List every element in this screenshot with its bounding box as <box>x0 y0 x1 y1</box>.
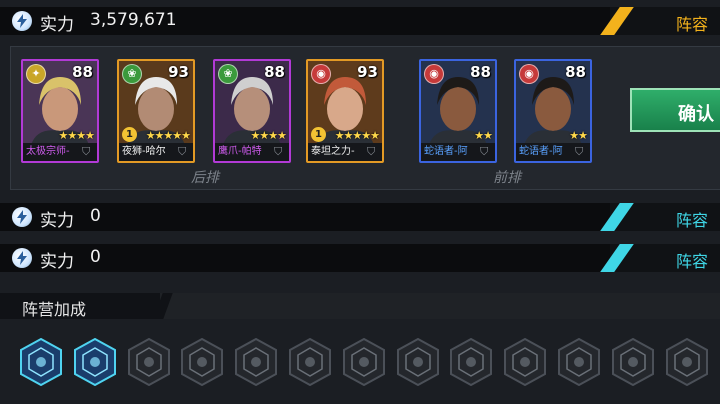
hero-card[interactable]: ✦ 88 ★★★★ 太极宗师- ⛉ <box>21 59 99 163</box>
hero-level: 88 <box>565 63 586 81</box>
hero-card[interactable]: ◉ 88 ★★ 蛇语者-阿 ⛉ <box>419 59 497 163</box>
lineup-tab-label: 阵容 <box>676 15 709 34</box>
hero-level: 88 <box>264 63 285 81</box>
lineup-tab-1[interactable]: 阵容 <box>600 7 720 35</box>
hero-level: 93 <box>168 63 189 81</box>
faction-title-box: 阵营加成 <box>0 293 173 319</box>
fist-faction-icon[interactable] <box>449 338 493 386</box>
hero-stars: ★★★★ <box>250 129 287 142</box>
front-row-label: 前排 <box>493 170 521 186</box>
spike-faction-icon[interactable] <box>342 338 386 386</box>
hero-class-icon: ⛉ <box>367 145 376 158</box>
hero-stars: ★★ <box>474 129 493 142</box>
tab-accent-stripe <box>600 244 634 272</box>
hero-class-icon: ⛉ <box>274 145 283 158</box>
flame-icon: ◉ <box>311 64 331 84</box>
hero-card[interactable]: ❀ 93 1 ★★★★★ 夜狮-哈尔 ⛉ <box>117 59 195 163</box>
lineup-tab-2[interactable]: 阵容 <box>600 203 720 231</box>
wolf-faction-icon[interactable] <box>19 338 63 386</box>
lineup-tab-3[interactable]: 阵容 <box>600 244 720 272</box>
hero-class-icon: ⛉ <box>575 145 584 158</box>
power-value: 0 <box>90 206 101 226</box>
power-label: 实力 <box>40 211 74 231</box>
tab-accent-stripe <box>600 203 634 231</box>
hero-class-icon: ⛉ <box>82 145 91 158</box>
back-row-label: 后排 <box>191 170 219 186</box>
beast-faction-icon[interactable] <box>73 338 117 386</box>
hero-stars: ★★★★ <box>58 129 95 142</box>
title-slant <box>153 293 173 319</box>
lineup-bar-3[interactable]: 实力 0 阵容 <box>0 244 720 272</box>
crown-faction-icon[interactable] <box>288 338 332 386</box>
hero-level: 88 <box>72 63 93 81</box>
claw-faction-icon[interactable] <box>234 338 278 386</box>
flame-icon: ◉ <box>424 64 444 84</box>
hero-stars: ★★★★★ <box>145 129 191 142</box>
spiral-faction-icon[interactable] <box>557 338 601 386</box>
faction-bonus-header: 阵营加成 <box>0 293 720 319</box>
gear-faction-icon[interactable] <box>127 338 171 386</box>
helmet-faction-icon[interactable] <box>396 338 440 386</box>
hero-badge: 1 <box>122 127 137 142</box>
hero-stars: ★★ <box>569 129 588 142</box>
hero-class-icon: ⛉ <box>480 145 489 158</box>
lineup-bar-2[interactable]: 实力 0 阵容 <box>0 203 720 231</box>
power-value: 0 <box>90 247 101 267</box>
faction-title: 阵营加成 <box>22 300 87 319</box>
power-icon <box>12 248 32 268</box>
lineup-tab-label: 阵容 <box>676 211 709 230</box>
skull-faction-icon[interactable] <box>503 338 547 386</box>
flame-icon: ◉ <box>519 64 539 84</box>
shield-faction-icon[interactable] <box>665 338 709 386</box>
hero-level: 93 <box>357 63 378 81</box>
lineup-panel: ✦ 88 ★★★★ 太极宗师- ⛉ ❀ 93 1 ★★★★★ 夜狮-哈尔 ⛉ ❀ 88 ★★★★ 鹰爪-帕特… <box>10 46 720 190</box>
eagle-faction-icon[interactable] <box>180 338 224 386</box>
hero-card[interactable]: ❀ 88 ★★★★ 鹰爪-帕特 ⛉ <box>213 59 291 163</box>
wind-icon: ✦ <box>26 64 46 84</box>
wing-faction-icon[interactable] <box>611 338 655 386</box>
hero-stars: ★★★★★ <box>334 129 380 142</box>
confirm-label: 确认 <box>678 104 714 125</box>
confirm-button[interactable]: 确认 <box>630 88 720 132</box>
hero-class-icon: ⛉ <box>178 145 187 158</box>
leaf-icon: ❀ <box>218 64 238 84</box>
hero-card[interactable]: ◉ 88 ★★ 蛇语者-阿 ⛉ <box>514 59 592 163</box>
power-icon <box>12 207 32 227</box>
power-icon <box>12 11 32 31</box>
power-value: 3,579,671 <box>90 10 177 30</box>
hero-level: 88 <box>470 63 491 81</box>
hero-card[interactable]: ◉ 93 1 ★★★★★ 泰坦之力- ⛉ <box>306 59 384 163</box>
lineup-bar-1[interactable]: 实力 3,579,671 阵容 <box>0 7 720 35</box>
leaf-icon: ❀ <box>122 64 142 84</box>
lineup-tab-label: 阵容 <box>676 252 709 271</box>
tab-accent-stripe <box>600 7 634 35</box>
power-label: 实力 <box>40 252 74 272</box>
power-label: 实力 <box>40 15 74 35</box>
hero-badge: 1 <box>311 127 326 142</box>
